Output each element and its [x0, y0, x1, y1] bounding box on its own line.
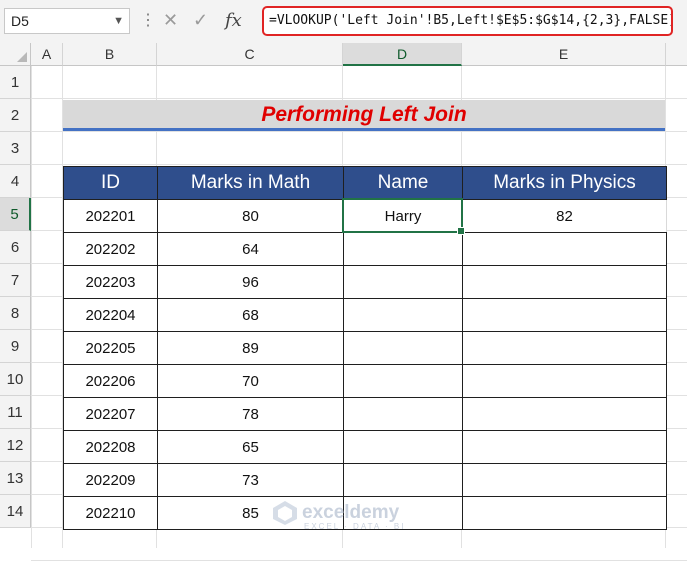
row-header-10[interactable]: 10 [0, 363, 31, 396]
cell-id[interactable]: 202203 [63, 265, 158, 299]
cell-name[interactable] [343, 232, 463, 266]
column-header-a[interactable]: A [31, 43, 63, 66]
cell-name[interactable] [343, 298, 463, 332]
cell-id[interactable]: 202205 [63, 331, 158, 365]
cell-marks-math[interactable]: 70 [157, 364, 344, 398]
table-row: 202203 96 [63, 265, 667, 299]
row-header-11[interactable]: 11 [0, 396, 31, 429]
watermark-tagline: EXCEL · DATA · BI [304, 522, 406, 531]
watermark-name: exceldemy [302, 502, 400, 524]
header-name[interactable]: Name [343, 166, 463, 200]
watermark-logo: exceldemy EXCEL · DATA · BI [272, 500, 405, 531]
insert-function-icon[interactable]: fx [225, 10, 242, 31]
exceldemy-logo-icon [273, 501, 297, 525]
gridline [31, 131, 687, 132]
formula-input[interactable]: =VLOOKUP('Left Join'!B5,Left!$E$5:$G$14,… [262, 6, 673, 36]
table-row: 202202 64 [63, 232, 667, 266]
cell-id[interactable]: 202202 [63, 232, 158, 266]
cell-marks-physics[interactable] [462, 364, 667, 398]
row-header-3[interactable]: 3 [0, 132, 31, 165]
cell-name[interactable] [343, 397, 463, 431]
gridline [31, 164, 687, 165]
cell-marks-math[interactable]: 65 [157, 430, 344, 464]
cell-name[interactable] [343, 331, 463, 365]
cell-marks-physics[interactable] [462, 397, 667, 431]
cell-marks-physics[interactable] [462, 496, 667, 530]
cell-id[interactable]: 202209 [63, 463, 158, 497]
fill-handle[interactable] [457, 227, 465, 235]
cell-marks-math[interactable]: 64 [157, 232, 344, 266]
column-header-e[interactable]: E [462, 43, 666, 66]
sheet-title: Performing Left Join [63, 100, 665, 131]
cell-marks-physics[interactable] [462, 265, 667, 299]
column-header-c[interactable]: C [157, 43, 343, 66]
header-marks-math[interactable]: Marks in Math [157, 166, 344, 200]
cell-marks-math[interactable]: 89 [157, 331, 344, 365]
table-row: 202207 78 [63, 397, 667, 431]
formula-bar: D5 ▼ ⋮ ✕ ✓ fx =VLOOKUP('Left Join'!B5,Le… [0, 0, 687, 43]
table-row: 202205 89 [63, 331, 667, 365]
table-header-row: ID Marks in Math Name Marks in Physics [63, 166, 667, 200]
cell-id[interactable]: 202210 [63, 496, 158, 530]
cell-marks-math[interactable]: 73 [157, 463, 344, 497]
row-header-12[interactable]: 12 [0, 429, 31, 462]
name-box-value: D5 [11, 13, 29, 29]
table-row: 202204 68 [63, 298, 667, 332]
row-header-8[interactable]: 8 [0, 297, 31, 330]
row-header-1[interactable]: 1 [0, 66, 31, 99]
more-options-icon[interactable]: ⋮ [140, 10, 156, 30]
cell-id[interactable]: 202204 [63, 298, 158, 332]
row-header-9[interactable]: 9 [0, 330, 31, 363]
cell-id[interactable]: 202207 [63, 397, 158, 431]
column-header-next[interactable] [666, 43, 687, 66]
column-header-d[interactable]: D [343, 43, 462, 66]
gridline [31, 98, 687, 99]
row-header-4[interactable]: 4 [0, 165, 31, 198]
cell-marks-physics[interactable] [462, 331, 667, 365]
cell-marks-physics[interactable] [462, 430, 667, 464]
cell-name[interactable] [343, 430, 463, 464]
cell-marks-physics[interactable] [462, 463, 667, 497]
row-header-5[interactable]: 5 [0, 198, 31, 231]
cell-id[interactable]: 202208 [63, 430, 158, 464]
row-header-14[interactable]: 14 [0, 495, 31, 528]
table-row: 202206 70 [63, 364, 667, 398]
enter-icon[interactable]: ✓ [193, 10, 208, 31]
row-header-2[interactable]: 2 [0, 99, 31, 132]
select-all-button[interactable] [0, 43, 31, 66]
cell-marks-math[interactable]: 68 [157, 298, 344, 332]
cancel-icon[interactable]: ✕ [163, 10, 178, 31]
formula-controls: ✕ ✓ fx [157, 8, 257, 34]
active-cell-outline [342, 198, 465, 235]
cell-name[interactable] [343, 265, 463, 299]
cell-id[interactable]: 202206 [63, 364, 158, 398]
column-header-b[interactable]: B [63, 43, 157, 66]
cell-marks-physics[interactable] [462, 232, 667, 266]
row-header-7[interactable]: 7 [0, 264, 31, 297]
row-header-13[interactable]: 13 [0, 462, 31, 495]
chevron-down-icon[interactable]: ▼ [113, 9, 124, 33]
table-row: 202208 65 [63, 430, 667, 464]
cell-name[interactable] [343, 364, 463, 398]
table-row: 202209 73 [63, 463, 667, 497]
cell-marks-physics[interactable]: 82 [462, 199, 667, 233]
cell-marks-math[interactable]: 80 [157, 199, 344, 233]
cell-marks-math[interactable]: 96 [157, 265, 344, 299]
name-box[interactable]: D5 ▼ [4, 8, 130, 34]
cell-name[interactable] [343, 463, 463, 497]
row-header-6[interactable]: 6 [0, 231, 31, 264]
cell-id[interactable]: 202201 [63, 199, 158, 233]
cell-marks-math[interactable]: 78 [157, 397, 344, 431]
header-marks-physics[interactable]: Marks in Physics [462, 166, 667, 200]
cell-marks-physics[interactable] [462, 298, 667, 332]
header-id[interactable]: ID [63, 166, 158, 200]
